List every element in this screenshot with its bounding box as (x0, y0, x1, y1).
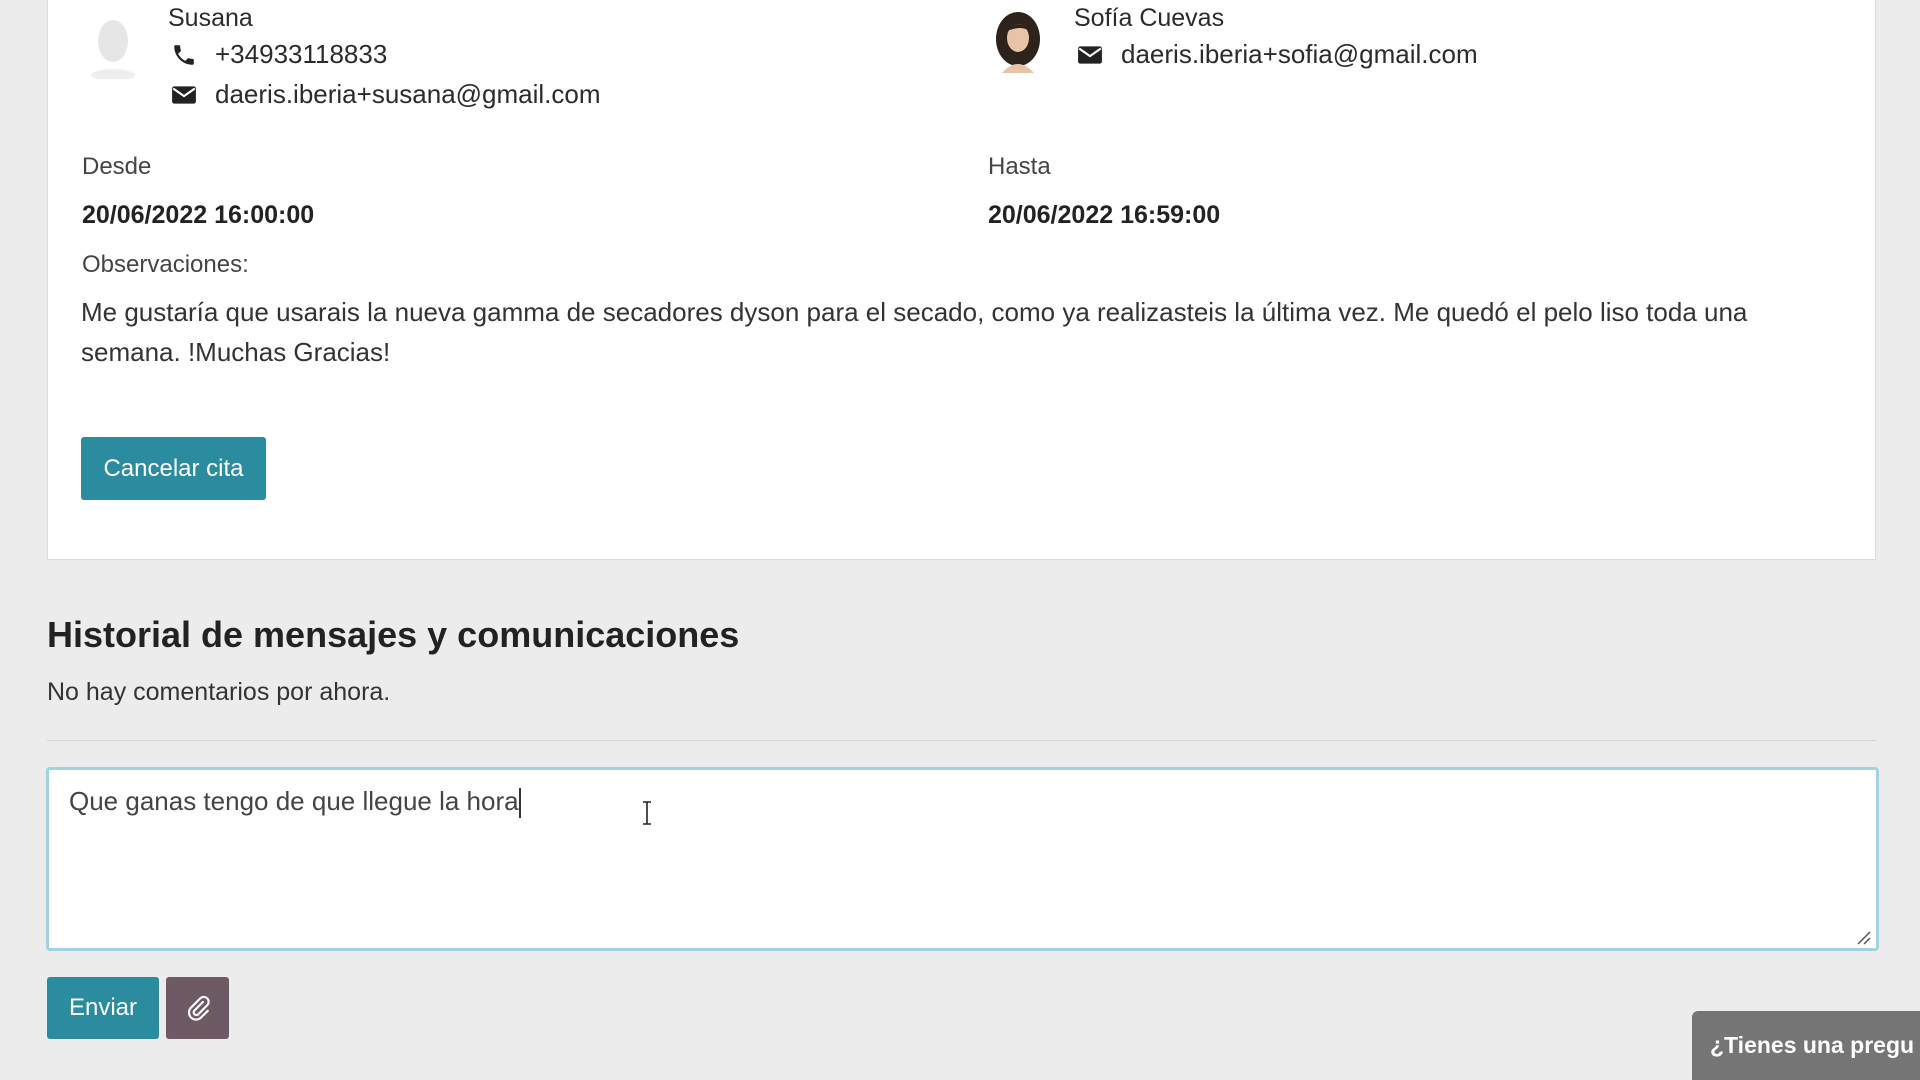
divider (47, 740, 1876, 741)
message-text: Que ganas tengo de que llegue la hora (69, 786, 519, 816)
client-name: Susana (168, 4, 253, 32)
client-email-text: daeris.iberia+susana@gmail.com (215, 79, 601, 109)
phone-icon (174, 44, 194, 65)
resize-handle-icon[interactable] (1854, 928, 1872, 946)
attach-button[interactable] (166, 977, 229, 1039)
to-label: Hasta (988, 153, 1051, 180)
client-avatar-placeholder-icon (91, 20, 135, 79)
from-label: Desde (82, 153, 152, 180)
cancel-appointment-button[interactable]: Cancelar cita (81, 437, 266, 500)
professional-email-text: daeris.iberia+sofia@gmail.com (1121, 39, 1478, 69)
send-button[interactable]: Enviar (47, 977, 159, 1039)
client-email: daeris.iberia+susana@gmail.com (171, 79, 601, 110)
professional-name: Sofía Cuevas (1074, 4, 1225, 32)
chat-widget-button[interactable]: ¿Tienes una pregu (1692, 1011, 1920, 1080)
client-phone: +34933118833 (171, 39, 387, 70)
paperclip-icon (187, 995, 210, 1021)
no-comments-text: No hay comentarios por ahora. (47, 678, 391, 706)
i-beam-cursor-icon (643, 801, 651, 825)
message-textarea[interactable]: Que ganas tengo de que llegue la hora (46, 767, 1879, 951)
observations-label: Observaciones: (82, 251, 249, 278)
appointment-card: Susana +34933118833 daeris.iberia+susana… (47, 0, 1876, 560)
to-datetime: 20/06/2022 16:59:00 (988, 201, 1221, 229)
history-title: Historial de mensajes y comunicaciones (47, 614, 740, 655)
client-phone-text: +34933118833 (215, 39, 388, 69)
text-caret (518, 788, 521, 819)
observations-text: Me gustaría que usarais la nueva gamma d… (81, 297, 1748, 367)
professional-avatar (996, 12, 1040, 73)
envelope-icon (1078, 45, 1102, 64)
from-datetime: 20/06/2022 16:00:00 (82, 201, 315, 229)
envelope-icon (172, 85, 196, 104)
professional-email: daeris.iberia+sofia@gmail.com (1077, 39, 1478, 70)
